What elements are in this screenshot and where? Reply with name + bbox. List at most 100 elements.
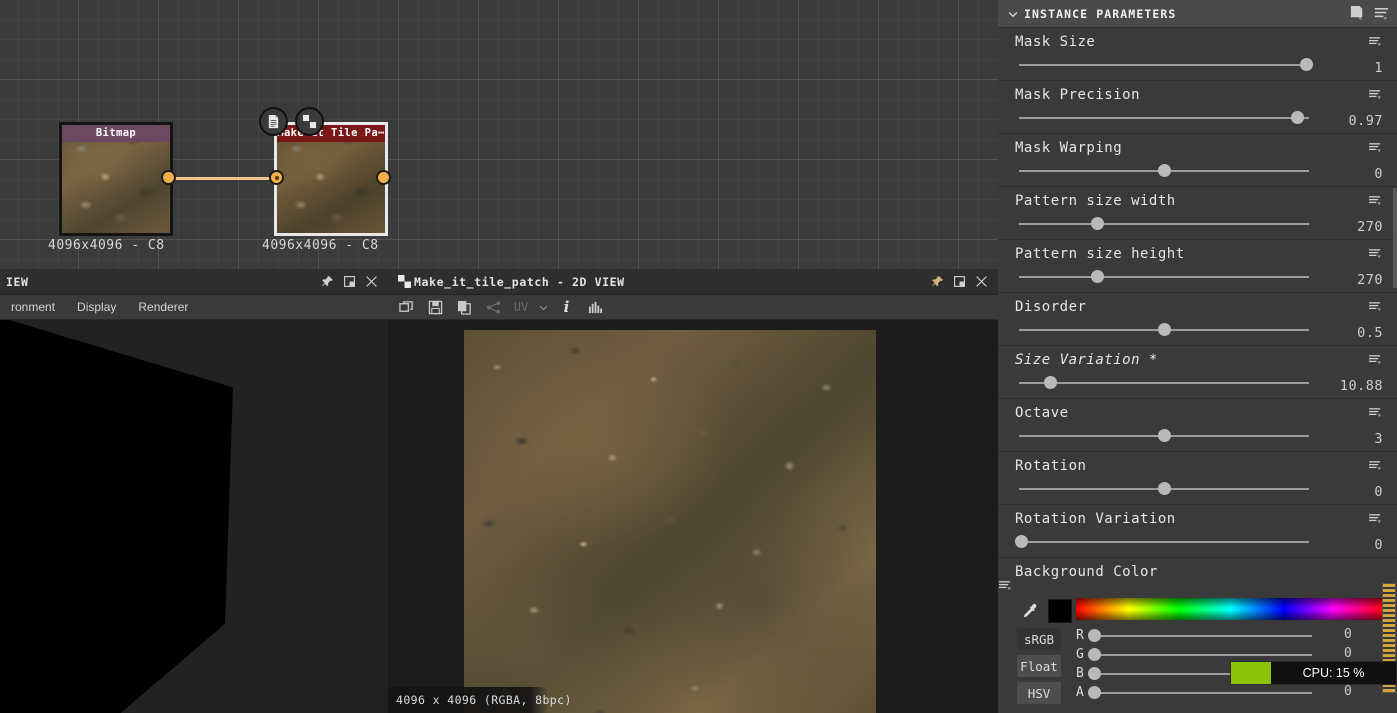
param-slider[interactable] <box>1019 164 1309 178</box>
info-icon[interactable]: i <box>552 296 581 319</box>
slider-knob[interactable] <box>1090 217 1104 230</box>
param-slider[interactable] <box>1019 482 1309 496</box>
close-icon[interactable] <box>360 271 382 293</box>
preset-icon[interactable] <box>1345 2 1369 26</box>
color-mode-float[interactable]: Float <box>1017 655 1061 677</box>
param-menu-icon[interactable] <box>998 580 1397 592</box>
slider-knob[interactable] <box>1157 323 1171 336</box>
param-row-mask-warping: Mask Warping 0 <box>998 134 1397 187</box>
param-row-rotation: Rotation 0 <box>998 452 1397 505</box>
graph-node-make-it-tile-patch[interactable]: Make it Tile Pa⋯ <box>269 122 391 236</box>
slider-knob[interactable] <box>1157 482 1171 495</box>
param-menu-icon[interactable] <box>1365 140 1385 156</box>
node-output-port[interactable] <box>161 170 176 185</box>
param-value[interactable]: 0.5 <box>1357 325 1383 341</box>
2d-viewport[interactable]: 4096 x 4096 (RGBA, 8bpc) <box>388 320 998 713</box>
param-slider[interactable] <box>1019 111 1309 125</box>
param-menu-icon[interactable] <box>1365 193 1385 209</box>
graph-node-bitmap[interactable]: Bitmap <box>59 122 176 236</box>
document-icon[interactable] <box>259 107 288 136</box>
param-value[interactable]: 0.97 <box>1348 113 1383 129</box>
channel-value[interactable]: 0 <box>1344 684 1352 699</box>
channel-value[interactable]: 0 <box>1344 646 1352 661</box>
share-nodes-icon[interactable] <box>479 296 508 319</box>
param-value[interactable]: 0 <box>1374 166 1383 182</box>
param-menu-icon[interactable] <box>1365 246 1385 262</box>
channel-label: G <box>1076 647 1084 662</box>
param-slider[interactable] <box>1019 217 1309 231</box>
node-input-port[interactable] <box>269 170 284 185</box>
param-row-size-variation: Size Variation * 10.88 <box>998 346 1397 399</box>
param-slider[interactable] <box>1019 323 1309 337</box>
param-menu-icon[interactable] <box>1365 405 1385 421</box>
param-value[interactable]: 1 <box>1374 60 1383 76</box>
slider-knob[interactable] <box>1299 58 1313 71</box>
param-value[interactable]: 270 <box>1357 219 1383 235</box>
slider-knob[interactable] <box>1088 648 1101 661</box>
param-value[interactable]: 270 <box>1357 272 1383 288</box>
close-icon[interactable] <box>970 271 992 293</box>
slider-knob[interactable] <box>1088 667 1101 680</box>
slider-track <box>1019 541 1309 543</box>
copy-icon[interactable] <box>450 296 479 319</box>
param-label: Rotation <box>1015 458 1087 474</box>
param-value[interactable]: 0 <box>1374 484 1383 500</box>
slider-knob[interactable] <box>1090 270 1104 283</box>
channel-label: B <box>1076 666 1084 681</box>
3d-view-title: IEW <box>6 274 29 289</box>
save-icon[interactable] <box>421 296 450 319</box>
pin-icon[interactable] <box>316 271 338 293</box>
duplicate-view-icon[interactable] <box>392 296 421 319</box>
slider-knob[interactable] <box>1088 629 1101 642</box>
param-slider[interactable] <box>1019 58 1313 72</box>
slider-knob[interactable] <box>1157 429 1171 442</box>
param-value[interactable]: 0 <box>1374 537 1383 553</box>
3d-viewport[interactable] <box>0 320 388 713</box>
channel-value[interactable]: 0 <box>1344 627 1352 642</box>
param-menu-icon[interactable] <box>1365 34 1385 50</box>
param-row-disorder: Disorder 0.5 <box>998 293 1397 346</box>
histogram-icon[interactable] <box>581 296 610 319</box>
param-menu-icon[interactable] <box>1365 299 1385 315</box>
color-swatch[interactable] <box>1048 599 1072 623</box>
slider-knob[interactable] <box>1290 111 1304 124</box>
color-mode-hsv[interactable]: HSV <box>1017 682 1061 704</box>
param-menu-icon[interactable] <box>1365 511 1385 527</box>
node-caption-bitmap: 4096x4096 - C8 <box>48 238 165 253</box>
param-slider[interactable] <box>1019 270 1309 284</box>
chevron-down-icon[interactable] <box>1002 8 1024 20</box>
maximize-icon[interactable] <box>338 271 360 293</box>
param-slider[interactable] <box>1019 376 1309 390</box>
pin-icon[interactable] <box>926 271 948 293</box>
slider-knob[interactable] <box>1088 686 1101 699</box>
param-slider[interactable] <box>1015 535 1309 549</box>
color-mode-srgb[interactable]: sRGB <box>1017 628 1061 650</box>
slider-knob[interactable] <box>1044 376 1058 389</box>
param-row-rotation-variation: Rotation Variation 0 <box>998 505 1397 558</box>
param-menu-icon[interactable] <box>1365 458 1385 474</box>
param-value[interactable]: 3 <box>1374 431 1383 447</box>
menu-item-environment[interactable]: ronment <box>0 300 66 314</box>
tile-pattern-icon[interactable] <box>295 107 324 136</box>
hue-gradient-bar[interactable] <box>1076 598 1386 620</box>
texture-preview <box>464 330 876 713</box>
menu-icon[interactable] <box>1369 2 1393 26</box>
menu-item-display[interactable]: Display <box>66 300 127 314</box>
slider-knob[interactable] <box>1157 164 1171 177</box>
param-value[interactable]: 10.88 <box>1340 378 1383 394</box>
cpu-usage-indicator: CPU: 15 % <box>1230 661 1397 685</box>
param-menu-icon[interactable] <box>1365 87 1385 103</box>
node-graph-canvas[interactable]: Bitmap 4096x4096 - C8 Make it Tile Pa⋯ 4… <box>0 0 998 269</box>
slider-knob[interactable] <box>1015 535 1029 548</box>
param-menu-icon[interactable] <box>1365 352 1385 368</box>
chevron-down-icon[interactable] <box>534 296 552 319</box>
eyedropper-icon[interactable] <box>1016 598 1042 624</box>
param-label: Mask Size <box>1015 34 1096 50</box>
node-output-port[interactable] <box>376 170 391 185</box>
param-slider[interactable] <box>1019 429 1309 443</box>
menu-item-renderer[interactable]: Renderer <box>127 300 199 314</box>
maximize-icon[interactable] <box>948 271 970 293</box>
uv-label[interactable]: UV <box>508 296 534 319</box>
slider-track <box>1019 223 1309 225</box>
params-scrollbar[interactable] <box>1393 188 1397 288</box>
